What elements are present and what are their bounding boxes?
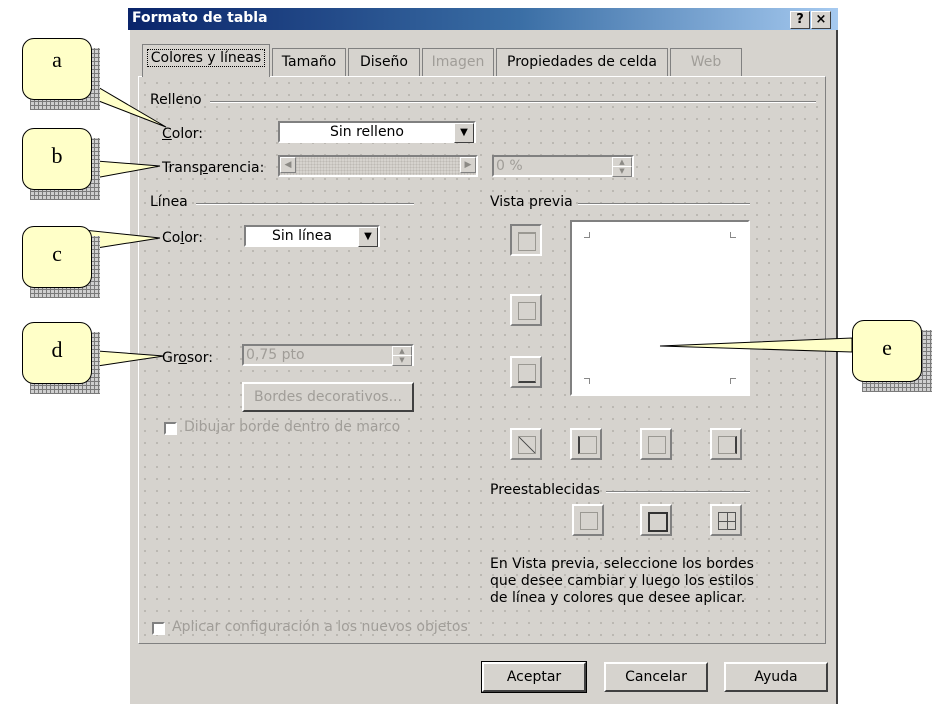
border-diagonal-icon (518, 436, 536, 454)
tab-label: Colores y líneas (146, 49, 266, 67)
bottom-border-button[interactable] (510, 356, 542, 388)
preset-grid-icon (718, 512, 736, 530)
callout-b: b (22, 128, 92, 190)
cancel-button[interactable]: Cancelar (604, 662, 708, 692)
border-left-icon (578, 436, 597, 454)
transparency-value: 0 % (496, 158, 523, 174)
help-line: que desee cambiar y luego los estilos (490, 573, 755, 589)
dialog-title: Formato de tabla (132, 10, 268, 26)
border-right-icon (718, 436, 737, 454)
line-weight-label: Grosor: (162, 350, 213, 366)
line-color-select[interactable]: Sin línea ▼ (244, 225, 380, 247)
transparency-input: 0 % ▲ ▼ (492, 155, 634, 177)
draw-inside-label: Dibujar borde dentro de marco (184, 419, 401, 435)
line-color-value: Sin línea (272, 228, 332, 244)
tab-colores-y-lineas[interactable]: Colores y líneas (142, 44, 270, 77)
close-button[interactable]: × (811, 11, 831, 29)
border-top-icon (518, 232, 536, 251)
transparency-slider: ◀ ▶ (278, 155, 478, 177)
corner-mark-icon (584, 232, 590, 238)
decorative-borders-button: Bordes decorativos... (242, 382, 414, 412)
transparency-label: Transparencia: (162, 160, 265, 176)
left-border-button[interactable] (570, 428, 602, 460)
border-inner-v-icon (648, 436, 666, 454)
fill-section-title: Relleno (150, 92, 202, 108)
draw-inside-checkbox (164, 422, 177, 435)
corner-mark-icon (730, 232, 736, 238)
callout-e: e (852, 320, 922, 382)
fill-color-select[interactable]: Sin relleno ▼ (278, 121, 476, 143)
line-section-title: Línea (150, 194, 188, 210)
scroll-right-icon: ▶ (460, 157, 476, 173)
border-inner-h-icon (518, 302, 536, 320)
spin-down-icon: ▼ (392, 355, 412, 366)
corner-mark-icon (584, 378, 590, 384)
preset-box-button[interactable] (640, 504, 672, 536)
callout-a: a (22, 38, 92, 100)
preset-grid-button[interactable] (710, 504, 742, 536)
preview-area[interactable] (570, 220, 750, 396)
line-separator (196, 203, 414, 205)
inner-horizontal-border-button[interactable] (510, 294, 542, 326)
fill-separator (210, 101, 816, 103)
preset-box-icon (648, 512, 668, 532)
inner-vertical-border-button[interactable] (640, 428, 672, 460)
tab-imagen: Imagen (422, 48, 494, 76)
presets-section-title: Preestablecidas (490, 482, 600, 498)
callout-d: d (22, 322, 92, 384)
chevron-down-icon[interactable]: ▼ (454, 123, 474, 143)
preview-help-text: En Vista previa, seleccione los bordes q… (490, 556, 754, 607)
help-line: En Vista previa, seleccione los bordes (490, 556, 754, 572)
corner-mark-icon (730, 378, 736, 384)
fill-color-value: Sin relleno (330, 124, 404, 140)
preset-none-icon (580, 512, 598, 530)
fill-color-label: Color: (162, 126, 204, 142)
right-border-button[interactable] (710, 428, 742, 460)
help-line: de línea y colores que desee aplicar. (490, 590, 746, 606)
tab-propiedades-de-celda[interactable]: Propiedades de celda (496, 48, 668, 76)
chevron-down-icon[interactable]: ▼ (358, 227, 378, 247)
spin-down-icon: ▼ (612, 166, 632, 177)
diagonal-border-button[interactable] (510, 428, 542, 460)
border-bottom-icon (518, 364, 536, 383)
tab-tamano[interactable]: Tamaño (272, 48, 346, 76)
preview-section-title: Vista previa (490, 194, 573, 210)
line-color-label: Color: (162, 230, 204, 246)
line-weight-input: 0,75 pto ▲ ▼ (242, 344, 414, 366)
tab-web: Web (670, 48, 742, 76)
accept-button[interactable]: Aceptar (481, 661, 587, 693)
preview-separator (578, 203, 750, 205)
tab-diseno[interactable]: Diseño (348, 48, 420, 76)
presets-separator (606, 491, 750, 493)
scroll-left-icon: ◀ (280, 157, 296, 173)
callout-c: c (22, 226, 92, 288)
help-dialog-button[interactable]: Ayuda (724, 662, 828, 692)
line-weight-value: 0,75 pto (246, 347, 305, 363)
apply-defaults-checkbox (152, 622, 165, 635)
top-border-button[interactable] (510, 224, 542, 256)
apply-defaults-label: Aplicar configuración a los nuevos objet… (172, 619, 468, 635)
help-button[interactable]: ? (790, 11, 810, 29)
preset-none-button[interactable] (572, 504, 604, 536)
